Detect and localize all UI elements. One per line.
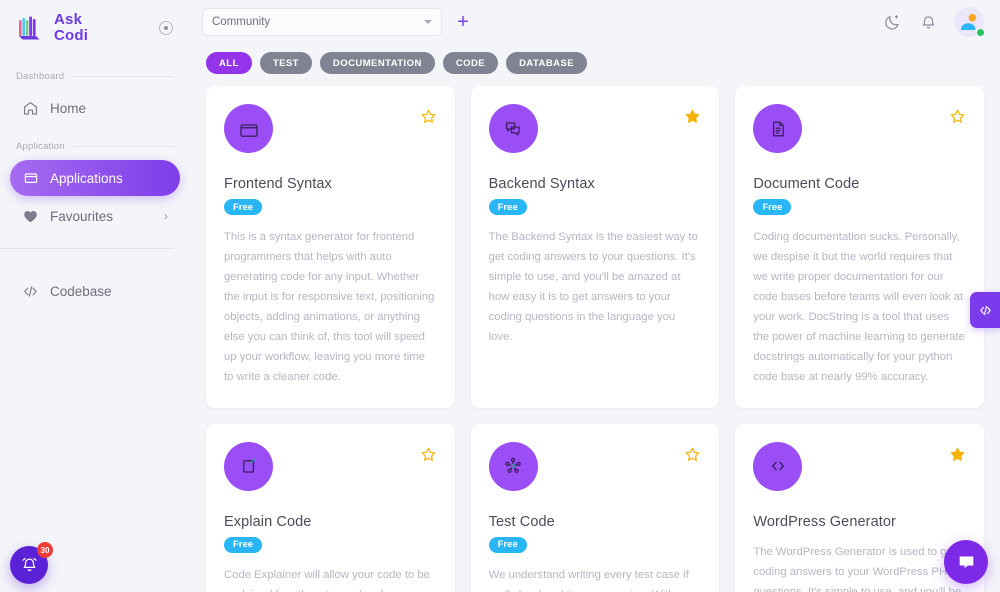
sidebar-item-home[interactable]: Home xyxy=(10,90,180,126)
favorite-star-icon[interactable] xyxy=(949,446,966,463)
filter-chip-test[interactable]: TEST xyxy=(259,52,312,74)
card-badge: Free xyxy=(224,536,263,553)
cards-scroll-area[interactable]: Frontend Syntax Free This is a syntax ge… xyxy=(190,86,1000,592)
status-badge xyxy=(976,28,985,37)
card-header xyxy=(753,441,966,491)
card-title: Explain Code xyxy=(224,513,312,530)
card-description: Coding documentation sucks. Personally, … xyxy=(753,231,965,383)
card-badge: Free xyxy=(488,199,527,215)
chevron-right-icon: › xyxy=(164,209,168,223)
card-header xyxy=(753,104,966,153)
main-content: Community + ALL TEST DOCUMENTATION CODE … xyxy=(190,0,1000,592)
card-description: Code Explainer will allow your code to b… xyxy=(224,568,430,592)
favorite-star-icon[interactable] xyxy=(420,446,437,463)
topbar-actions xyxy=(882,7,985,37)
sidebar-item-applications[interactable]: Applications xyxy=(10,160,180,196)
section-label: Dashboard xyxy=(16,70,65,82)
card-description: We understand writing every test case if… xyxy=(488,568,694,592)
filter-chips: ALL TEST DOCUMENTATION CODE DATABASE xyxy=(190,44,1000,86)
topbar: Community + xyxy=(190,0,1000,44)
card-description: The Backend Syntax is the easiest way to… xyxy=(488,231,698,343)
sidebar-item-label: Applications xyxy=(50,170,123,186)
brand-row: Ask Codi xyxy=(0,0,190,56)
divider xyxy=(72,75,174,77)
card-description: The WordPress Generator is used to get c… xyxy=(753,545,962,592)
workspace-select-value: Community xyxy=(212,16,271,28)
filter-chip-code[interactable]: CODE xyxy=(442,52,499,74)
askcodi-logo-icon xyxy=(16,14,46,42)
card-title: WordPress Generator xyxy=(753,513,896,530)
card-title: Test Code xyxy=(488,513,555,530)
card-title: Backend Syntax xyxy=(488,176,595,192)
sidebar-divider xyxy=(0,248,174,249)
brand-name: Ask Codi xyxy=(54,11,89,44)
square-pencil-icon xyxy=(224,441,273,491)
favorite-star-icon[interactable] xyxy=(684,446,701,463)
filter-chip-documentation[interactable]: DOCUMENTATION xyxy=(319,52,435,74)
cards-grid: Frontend Syntax Free This is a syntax ge… xyxy=(206,86,984,592)
target-collapse-icon[interactable] xyxy=(156,18,176,38)
section-label: Application xyxy=(16,140,65,152)
app-card[interactable]: Test Code Free We understand writing eve… xyxy=(470,423,720,592)
card-badge: Free xyxy=(753,199,792,215)
divider xyxy=(72,145,174,147)
sidebar-item-label: Favourites xyxy=(50,208,114,224)
sidebar: Ask Codi Dashboard Home Application Appl… xyxy=(0,0,190,592)
code-brackets-icon xyxy=(22,283,39,300)
sidebar-item-label: Codebase xyxy=(50,283,112,299)
filter-chip-database[interactable]: DATABASE xyxy=(506,52,588,74)
bell-ringing-icon xyxy=(22,557,36,571)
notifications-fab[interactable]: 30 xyxy=(10,542,53,584)
chat-support-button[interactable] xyxy=(944,540,988,584)
card-badge: Free xyxy=(488,536,527,553)
code-panel-toggle[interactable] xyxy=(970,292,1000,328)
app-card[interactable]: Backend Syntax Free The Backend Syntax i… xyxy=(470,86,720,408)
card-header xyxy=(224,104,437,153)
card-title: Frontend Syntax xyxy=(224,176,332,192)
app-card[interactable]: Document Code Free Coding documentation … xyxy=(735,86,984,408)
card-title: Document Code xyxy=(753,176,860,192)
favorite-star-icon[interactable] xyxy=(684,108,701,125)
sidebar-item-codebase[interactable]: Codebase xyxy=(10,273,180,309)
network-nodes-icon xyxy=(488,441,538,491)
app-card[interactable]: Frontend Syntax Free This is a syntax ge… xyxy=(206,86,455,408)
moon-icon[interactable] xyxy=(882,12,902,32)
heart-icon xyxy=(22,208,39,225)
browser-window-icon xyxy=(224,104,273,153)
app-root: Ask Codi Dashboard Home Application Appl… xyxy=(0,0,1000,592)
notification-count-badge: 30 xyxy=(37,542,53,558)
card-header xyxy=(224,441,437,491)
chat-bubbles-icon xyxy=(488,104,538,153)
favorite-star-icon[interactable] xyxy=(420,108,437,125)
avatar[interactable] xyxy=(954,7,985,37)
filter-chip-all[interactable]: ALL xyxy=(206,52,252,74)
code-brackets-icon xyxy=(979,305,991,315)
app-card[interactable]: Explain Code Free Code Explainer will al… xyxy=(206,423,455,592)
favorite-star-icon[interactable] xyxy=(949,108,966,125)
code-brackets-icon xyxy=(753,441,803,491)
document-page-icon xyxy=(753,104,803,153)
window-icon xyxy=(22,170,39,187)
card-header xyxy=(488,104,702,153)
home-icon xyxy=(22,100,39,117)
sidebar-item-favourites[interactable]: Favourites › xyxy=(10,198,180,234)
bell-icon[interactable] xyxy=(918,12,938,32)
chat-bubble-icon xyxy=(959,556,973,568)
sidebar-item-label: Home xyxy=(50,100,87,116)
card-description: This is a syntax generator for frontend … xyxy=(224,231,435,383)
chevron-down-icon xyxy=(424,20,432,24)
card-header xyxy=(488,441,702,491)
workspace-select[interactable]: Community xyxy=(202,8,442,36)
add-workspace-button[interactable]: + xyxy=(452,11,474,33)
sidebar-section-dashboard: Dashboard xyxy=(0,68,190,84)
card-badge: Free xyxy=(224,199,263,215)
sidebar-section-application: Application xyxy=(0,138,190,154)
